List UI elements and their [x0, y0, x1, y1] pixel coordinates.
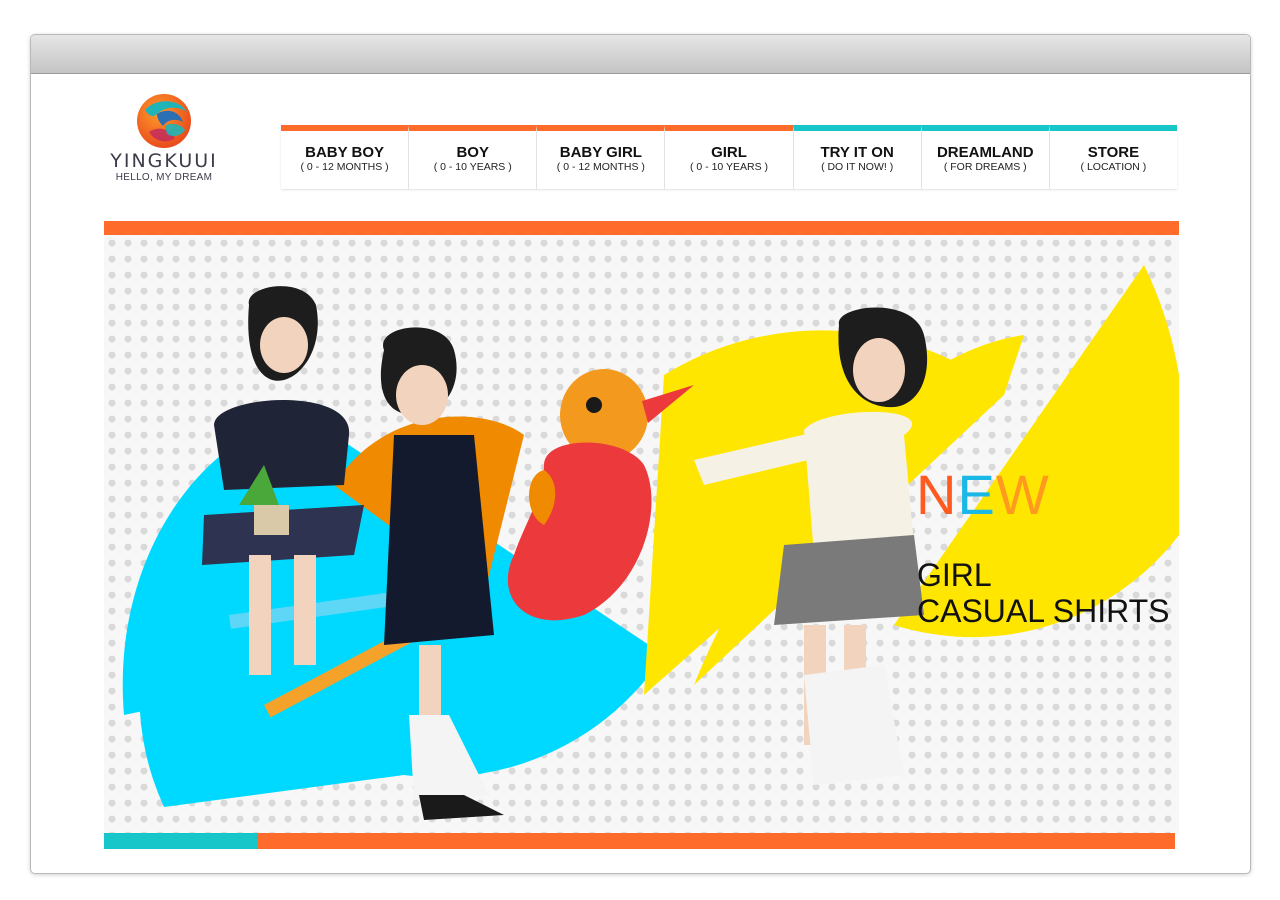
nav-title: GIRL: [711, 144, 747, 161]
nav-subtitle: ( LOCATION ): [1080, 161, 1147, 173]
window-titlebar[interactable]: [31, 35, 1250, 74]
nav-subtitle: ( 0 - 12 MONTHS ): [556, 161, 645, 173]
brand-name: YINGKUUI: [110, 150, 218, 172]
new-label: NEW: [916, 465, 1050, 525]
nav-item-baby-boy[interactable]: BABY BOY ( 0 - 12 MONTHS ): [281, 125, 410, 189]
nav-item-store[interactable]: STORE ( LOCATION ): [1049, 125, 1177, 189]
banner-bottom-bar-orange: [257, 833, 1175, 849]
browser-window: YINGKUUI HELLO, MY DREAM BABY BOY ( 0 - …: [30, 34, 1251, 874]
nav-title: BABY BOY: [305, 144, 385, 161]
nav-subtitle: ( 0 - 12 MONTHS ): [300, 161, 389, 173]
headline-line-2: CASUAL SHIRTS: [917, 593, 1170, 629]
hero-illustration: [122, 265, 1179, 820]
banner-bottom-bar-teal: [104, 833, 257, 849]
new-letter-w: W: [995, 463, 1050, 526]
nav-item-girl[interactable]: GIRL ( 0 - 10 YEARS ): [665, 125, 794, 189]
nav-title: STORE: [1087, 144, 1140, 161]
nav-item-try-it-on[interactable]: TRY IT ON ( DO IT NOW! ): [793, 125, 922, 189]
brand-logo[interactable]: YINGKUUI HELLO, MY DREAM: [108, 92, 220, 192]
nav-item-dreamland[interactable]: DREAMLAND ( FOR DREAMS ): [921, 125, 1050, 189]
nav-subtitle: ( 0 - 10 YEARS ): [689, 161, 768, 173]
nav-subtitle: ( FOR DREAMS ): [943, 161, 1027, 173]
nav-title: DREAMLAND: [936, 144, 1034, 161]
headline-line-1: GIRL: [917, 557, 992, 593]
nav-title: BABY GIRL: [559, 144, 642, 161]
new-letter-n: N: [916, 463, 958, 526]
nav-title: BOY: [456, 144, 489, 161]
new-letter-e: E: [957, 463, 996, 526]
banner-top-bar: [104, 221, 1179, 235]
nav-item-baby-girl[interactable]: BABY GIRL ( 0 - 12 MONTHS ): [537, 125, 666, 189]
nav-subtitle: ( 0 - 10 YEARS ): [433, 161, 512, 173]
hero-image[interactable]: NEW GIRL CASUAL SHIRTS: [104, 235, 1179, 833]
nav-subtitle: ( DO IT NOW! ): [821, 161, 894, 173]
hero-banner[interactable]: NEW GIRL CASUAL SHIRTS: [104, 221, 1179, 851]
brand-tagline: HELLO, MY DREAM: [115, 172, 213, 183]
nav-title: TRY IT ON: [820, 144, 894, 161]
hero-headline[interactable]: GIRL CASUAL SHIRTS: [917, 557, 1170, 629]
logo-globe-icon: [137, 94, 191, 148]
main-navigation: BABY BOY ( 0 - 12 MONTHS ) BOY ( 0 - 10 …: [281, 125, 1177, 189]
nav-item-boy[interactable]: BOY ( 0 - 10 YEARS ): [409, 125, 538, 189]
